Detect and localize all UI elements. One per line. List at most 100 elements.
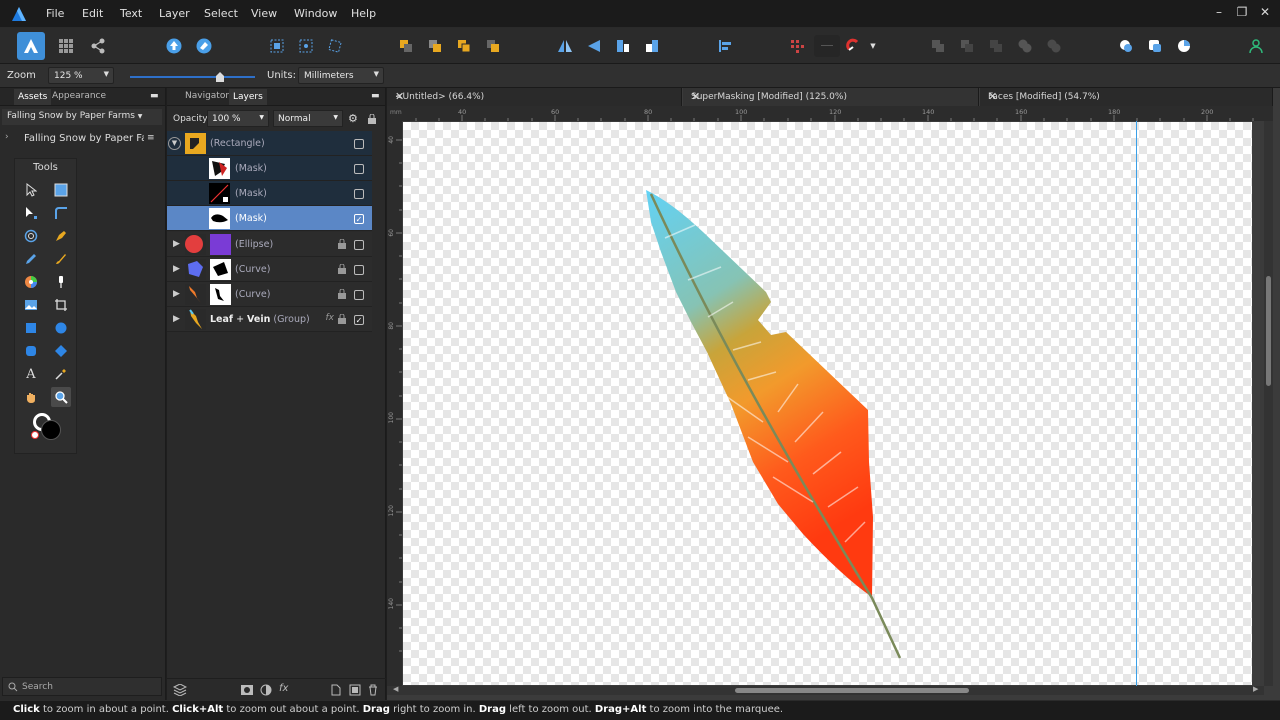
rotate-left-button[interactable] bbox=[612, 35, 634, 57]
color-swatches[interactable] bbox=[31, 411, 65, 445]
units-dropdown[interactable]: Millimeters ▼ bbox=[298, 67, 384, 84]
menu-text[interactable]: Text bbox=[120, 7, 142, 20]
snapping-grid-button[interactable] bbox=[786, 35, 808, 57]
close-tab-icon[interactable]: ✕ bbox=[395, 90, 675, 103]
lock-icon[interactable] bbox=[338, 289, 346, 299]
visibility-checkbox[interactable] bbox=[354, 265, 364, 275]
scroll-left-icon[interactable]: ◀ bbox=[393, 685, 398, 693]
pencil-tool[interactable] bbox=[21, 249, 41, 269]
arrange-back-button[interactable] bbox=[395, 35, 417, 57]
close-tab-icon[interactable]: ✕ bbox=[691, 90, 972, 103]
blend-mode-dropdown[interactable]: Normal ▼ bbox=[273, 110, 343, 127]
export-persona-button[interactable] bbox=[87, 35, 109, 57]
flip-horizontal-button[interactable] bbox=[554, 35, 576, 57]
arrange-forward-button[interactable] bbox=[453, 35, 475, 57]
lock-icon[interactable] bbox=[338, 314, 346, 324]
visibility-checkbox[interactable]: ✓ bbox=[354, 214, 364, 224]
layers-stack-icon[interactable] bbox=[173, 684, 187, 696]
visibility-checkbox[interactable] bbox=[354, 290, 364, 300]
visibility-checkbox[interactable] bbox=[354, 240, 364, 250]
vector-brush-tool[interactable] bbox=[51, 249, 71, 269]
align-button[interactable] bbox=[714, 35, 736, 57]
menu-window[interactable]: Window bbox=[294, 7, 337, 20]
vertical-scrollbar-thumb[interactable] bbox=[1266, 276, 1271, 386]
expand-icon[interactable]: ▶ bbox=[169, 312, 184, 327]
diamond-tool[interactable] bbox=[51, 341, 71, 361]
layer-row-mask-3[interactable]: (Mask) ✓ bbox=[167, 206, 372, 231]
menu-view[interactable]: View bbox=[251, 7, 277, 20]
visibility-checkbox[interactable]: ✓ bbox=[354, 315, 364, 325]
scroll-right-icon[interactable]: ▶ bbox=[1253, 685, 1258, 693]
menu-layer[interactable]: Layer bbox=[159, 7, 190, 20]
tab-navigator[interactable]: Navigator bbox=[185, 91, 229, 101]
zoom-tool[interactable] bbox=[51, 387, 71, 407]
ellipse-tool[interactable] bbox=[51, 318, 71, 338]
visibility-checkbox[interactable] bbox=[354, 189, 364, 199]
snap-button[interactable] bbox=[193, 35, 215, 57]
layer-row-curve-2[interactable]: ▶ (Curve) bbox=[167, 282, 372, 307]
pen-tool[interactable] bbox=[51, 226, 71, 246]
trash-icon[interactable] bbox=[368, 684, 378, 696]
boolean-divide-button[interactable] bbox=[1043, 35, 1065, 57]
menu-edit[interactable]: Edit bbox=[82, 7, 103, 20]
horizontal-ruler[interactable]: mm 40 60 80 100 120 140 160 180 200 bbox=[387, 106, 1273, 121]
text-tool[interactable]: A bbox=[21, 364, 41, 384]
asset-category-dropdown[interactable]: Falling Snow by Paper Farms ▼ bbox=[2, 109, 162, 125]
zoom-dropdown[interactable]: 125 % ▼ bbox=[48, 67, 114, 84]
place-image-tool[interactable] bbox=[21, 295, 41, 315]
rotate-right-button[interactable] bbox=[641, 35, 663, 57]
zoom-slider-handle[interactable] bbox=[216, 72, 224, 82]
snap-guides-button[interactable] bbox=[814, 35, 840, 57]
layer-row-ellipse[interactable]: ▶ (Ellipse) bbox=[167, 232, 372, 257]
visibility-checkbox[interactable] bbox=[354, 164, 364, 174]
expand-icon[interactable]: ▶ bbox=[169, 287, 184, 302]
snapping-button[interactable] bbox=[843, 35, 865, 57]
layer-row-group[interactable]: ▶ Leaf + Vein (Group) fx ✓ bbox=[167, 307, 372, 332]
node-tool[interactable] bbox=[21, 203, 41, 223]
menu-help[interactable]: Help bbox=[351, 7, 376, 20]
menu-file[interactable]: File bbox=[46, 7, 64, 20]
add-layer-icon[interactable] bbox=[331, 684, 341, 696]
upload-button[interactable] bbox=[163, 35, 185, 57]
visibility-checkbox[interactable] bbox=[354, 139, 364, 149]
flip-vertical-button[interactable] bbox=[583, 35, 605, 57]
feather-shape[interactable] bbox=[646, 190, 873, 597]
boolean-add-button[interactable] bbox=[927, 35, 949, 57]
vertical-ruler[interactable]: 40 60 80 100 120 140 bbox=[387, 121, 402, 686]
minimize-button[interactable]: – bbox=[1211, 5, 1227, 19]
adjustment-icon[interactable] bbox=[260, 684, 272, 696]
arrange-front-button[interactable] bbox=[482, 35, 504, 57]
crop-tool[interactable] bbox=[51, 295, 71, 315]
collapse-icon[interactable]: ▼ bbox=[168, 137, 181, 150]
move-tool[interactable] bbox=[21, 180, 41, 200]
asset-item[interactable]: › Falling Snow by Paper Farms ≡ bbox=[0, 130, 166, 148]
fx-icon[interactable]: fx bbox=[279, 683, 288, 694]
horizontal-scrollbar[interactable]: ◀ ▶ bbox=[387, 685, 1264, 695]
layer-row-rectangle[interactable]: ▼ (Rectangle) bbox=[167, 131, 372, 156]
expand-icon[interactable]: ▶ bbox=[169, 262, 184, 277]
vertical-guide[interactable] bbox=[1136, 121, 1137, 686]
vertical-scrollbar[interactable] bbox=[1264, 121, 1273, 686]
doc-tab-faces[interactable]: Faces [Modified] (54.7%) ✕ bbox=[980, 88, 1273, 106]
tab-appearance[interactable]: Appearance bbox=[52, 91, 106, 101]
contour-tool[interactable] bbox=[21, 226, 41, 246]
insert-inside-button[interactable] bbox=[1144, 35, 1166, 57]
panel-menu-icon[interactable]: ▬ bbox=[371, 91, 380, 101]
boolean-intersect-button[interactable] bbox=[985, 35, 1007, 57]
mask-layer-icon[interactable] bbox=[241, 685, 253, 695]
transparency-tool[interactable] bbox=[51, 272, 71, 292]
restore-button[interactable]: ❐ bbox=[1234, 5, 1250, 19]
asset-item-menu-icon[interactable]: ≡ bbox=[147, 133, 155, 143]
opacity-dropdown[interactable]: 100 % ▼ bbox=[207, 110, 269, 127]
tab-layers[interactable]: Layers bbox=[229, 89, 267, 105]
color-picker-tool[interactable] bbox=[51, 364, 71, 384]
group-layers-icon[interactable] bbox=[349, 684, 361, 696]
doc-tab-supermasking[interactable]: SuperMasking [Modified] (125.0%) ✕ bbox=[683, 88, 979, 106]
panel-menu-icon[interactable]: ▬ bbox=[150, 91, 159, 101]
layer-row-mask-2[interactable]: (Mask) bbox=[167, 181, 372, 206]
rounded-rectangle-tool[interactable] bbox=[21, 341, 41, 361]
pixel-persona-button[interactable] bbox=[55, 35, 77, 57]
boolean-subtract-button[interactable] bbox=[956, 35, 978, 57]
layer-row-mask-1[interactable]: (Mask) bbox=[167, 156, 372, 181]
stroke-color-swatch[interactable] bbox=[41, 420, 61, 440]
